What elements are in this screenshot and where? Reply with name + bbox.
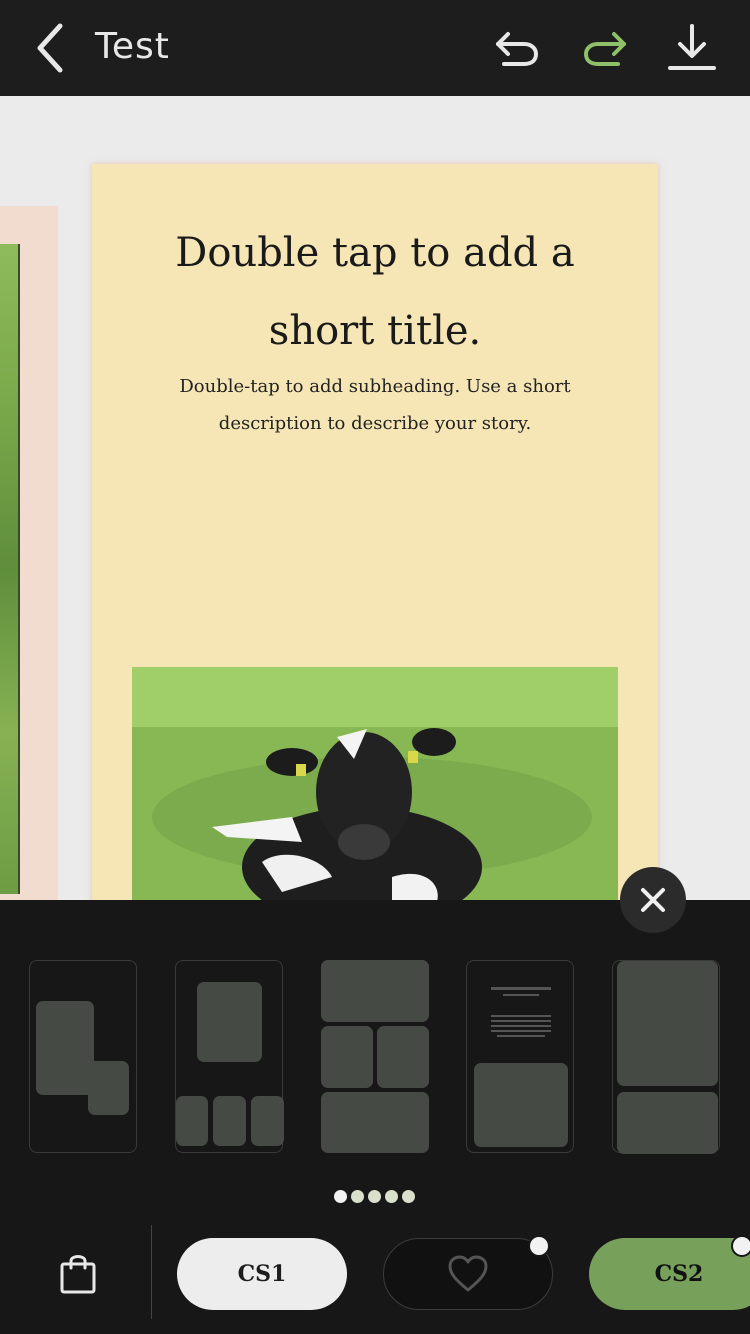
story-title[interactable]: Double tap to add a short title. <box>132 214 618 370</box>
story-canvas[interactable]: Double tap to add a short title. Double-… <box>0 96 750 900</box>
collection-cs1-button[interactable]: CS1 <box>177 1238 347 1310</box>
template-text-line <box>491 1015 551 1017</box>
template-text-line <box>491 1025 551 1027</box>
undo-icon <box>496 32 539 66</box>
story-subheading[interactable]: Double-tap to add subheading. Use a shor… <box>162 368 588 442</box>
collection-cs2-label: CS2 <box>654 1261 704 1287</box>
template-block <box>617 961 718 1086</box>
redo-icon <box>583 32 626 66</box>
page-title: Test <box>95 26 170 67</box>
back-button[interactable] <box>30 22 76 74</box>
close-icon <box>641 888 665 912</box>
heart-icon <box>448 1255 488 1292</box>
pager-dot[interactable] <box>334 1190 347 1203</box>
cow-photo <box>132 667 618 900</box>
template-overlap[interactable] <box>29 960 137 1153</box>
top-bar: Test <box>0 0 750 96</box>
pager-dot[interactable] <box>368 1190 381 1203</box>
story-page[interactable]: Double tap to add a short title. Double-… <box>92 164 658 900</box>
favorites-badge <box>528 1235 550 1257</box>
undo-button[interactable] <box>492 28 542 70</box>
template-two-stack[interactable] <box>612 960 720 1154</box>
template-grid[interactable] <box>321 960 429 1153</box>
collection-cs2-button[interactable]: CS2 <box>589 1238 750 1310</box>
template-block <box>176 1096 208 1146</box>
download-button[interactable] <box>666 22 718 74</box>
shop-button[interactable] <box>58 1252 98 1296</box>
pager-dot[interactable] <box>402 1190 415 1203</box>
back-icon <box>37 23 63 73</box>
template-text-photo[interactable] <box>466 960 574 1153</box>
divider <box>151 1225 152 1319</box>
download-icon <box>668 24 716 70</box>
template-block <box>377 1026 429 1088</box>
redo-button[interactable] <box>580 28 630 70</box>
shopping-bag-icon <box>60 1255 96 1294</box>
template-text-line <box>497 1035 545 1037</box>
template-block <box>88 1061 129 1115</box>
template-block <box>321 1092 429 1153</box>
template-pager <box>334 1190 418 1206</box>
pager-dot[interactable] <box>351 1190 364 1203</box>
pager-dot[interactable] <box>385 1190 398 1203</box>
template-block <box>321 960 429 1022</box>
close-panel-button[interactable] <box>620 867 686 933</box>
template-block <box>36 1001 94 1095</box>
template-block <box>251 1096 284 1146</box>
collection-cs1-label: CS1 <box>237 1261 287 1287</box>
template-block <box>617 1092 718 1154</box>
story-photo[interactable] <box>132 667 618 900</box>
collection-cs2-badge <box>731 1235 750 1257</box>
template-text-line <box>491 1020 551 1022</box>
template-block <box>321 1026 373 1088</box>
template-block <box>197 982 262 1062</box>
template-block <box>213 1096 246 1146</box>
template-text-line <box>491 987 551 990</box>
template-text-line <box>491 1030 551 1032</box>
previous-page-photo <box>0 244 20 894</box>
template-block <box>474 1063 568 1147</box>
template-one-plus-three[interactable] <box>175 960 284 1153</box>
template-text-line <box>503 994 539 996</box>
